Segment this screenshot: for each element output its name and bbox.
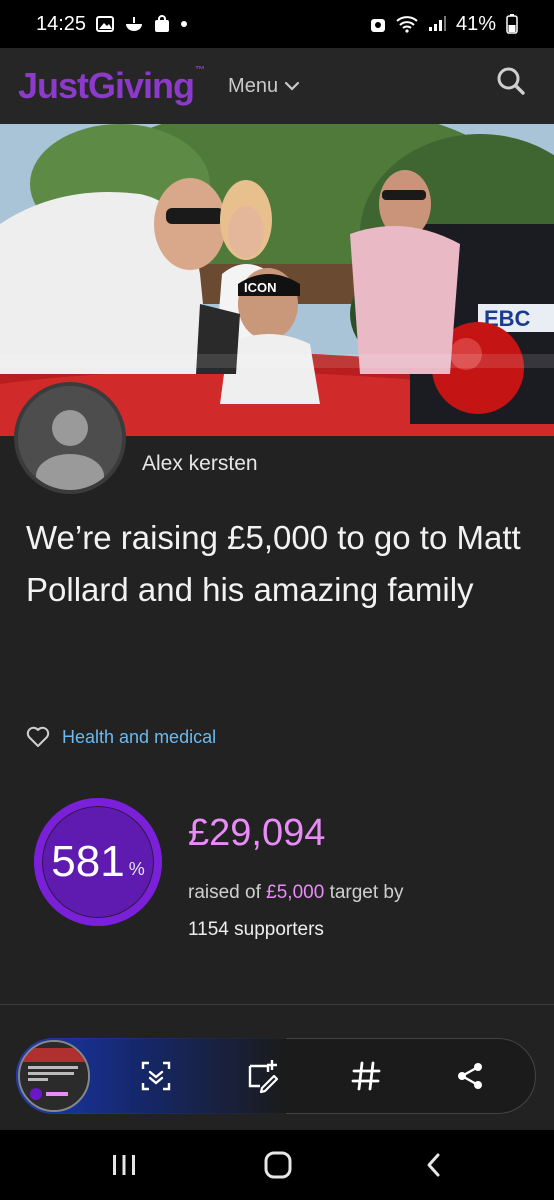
progress-value: 581	[51, 837, 125, 886]
chevron-down-icon	[284, 75, 300, 98]
back-button[interactable]	[414, 1148, 454, 1182]
back-icon	[427, 1153, 440, 1177]
target-suffix: target by	[329, 882, 404, 903]
home-icon	[264, 1151, 292, 1179]
scroll-capture-button[interactable]	[134, 1054, 178, 1098]
scroll-capture-icon	[141, 1061, 171, 1091]
menu-button[interactable]: Menu	[228, 75, 300, 98]
status-right: 41%	[370, 13, 518, 36]
battery-percent: 41%	[455, 12, 496, 35]
supporters-count: 1154 supporters	[188, 919, 324, 940]
edit-crop-button[interactable]	[240, 1054, 284, 1098]
heart-icon	[26, 726, 50, 747]
battery-icon	[506, 14, 518, 34]
gallery-notification-icon	[96, 16, 115, 32]
default-avatar-icon	[18, 386, 122, 490]
recent-apps-icon	[113, 1155, 135, 1175]
raised-prefix: raised of	[188, 882, 261, 903]
app-header: JustGiving™ Menu	[0, 48, 554, 124]
svg-text:ICON: ICON	[244, 280, 277, 295]
hashtag-icon	[351, 1061, 381, 1091]
avatar[interactable]	[14, 382, 126, 494]
fundraiser-owner-name[interactable]: Alex kersten	[142, 452, 258, 476]
secure-folder-icon	[370, 15, 386, 33]
progress-percent: 581 %	[30, 794, 166, 930]
status-time: 14:25	[36, 12, 87, 35]
crop-edit-icon	[248, 1060, 279, 1094]
category-label: Health and medical	[62, 726, 217, 747]
status-left: 14:25	[36, 13, 188, 36]
logo-text: JustGiving	[18, 65, 195, 106]
search-icon	[497, 67, 525, 95]
more-notifications-dot-icon	[180, 20, 188, 28]
wifi-icon	[396, 15, 418, 33]
menu-label: Menu	[228, 74, 279, 97]
raised-amount: £29,094	[188, 812, 326, 854]
shopping-bag-notification-icon	[154, 15, 170, 33]
hashtag-button[interactable]	[344, 1054, 388, 1098]
share-button[interactable]	[448, 1054, 492, 1098]
system-navigation-bar	[0, 1130, 554, 1200]
progress-sign: %	[128, 858, 145, 879]
home-button[interactable]	[258, 1148, 298, 1182]
logo-trademark: ™	[195, 65, 205, 76]
raised-target-line: raised of £5,000 target by	[188, 882, 404, 904]
screenshot-thumbnail[interactable]	[18, 1040, 90, 1112]
search-button[interactable]	[496, 66, 526, 101]
justgiving-logo[interactable]: JustGiving™	[18, 65, 205, 107]
share-icon	[458, 1063, 482, 1089]
section-divider	[0, 1004, 554, 1005]
page-title: We’re raising £5,000 to go to Matt Polla…	[26, 519, 521, 608]
target-amount: £5,000	[266, 882, 325, 903]
status-bar: 14:25 41%	[0, 0, 554, 48]
signal-icon	[428, 16, 446, 32]
recent-apps-button[interactable]	[104, 1148, 144, 1182]
category-link[interactable]: Health and medical	[26, 726, 216, 748]
food-notification-icon	[124, 16, 144, 32]
